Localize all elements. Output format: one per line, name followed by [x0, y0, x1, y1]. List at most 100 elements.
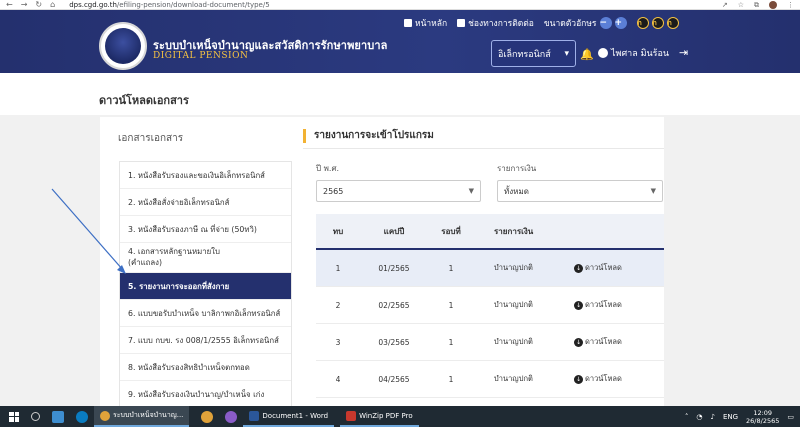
- home-link-label: หน้าหลัก: [415, 19, 448, 29]
- row-round: 1: [448, 337, 454, 347]
- logout-icon[interactable]: ⇥: [679, 46, 688, 59]
- payment-type-value: ทั้งหมด: [504, 186, 529, 196]
- contrast-button-2[interactable]: ก: [651, 17, 664, 29]
- app-icon[interactable]: [225, 410, 238, 423]
- download-button[interactable]: ↓ ดาวน์โหลด: [566, 373, 664, 385]
- taskbar-app-browser-label: ระบบบำเหน็จบำนาญ...: [113, 411, 184, 419]
- user-menu[interactable]: ไพศาล มินร้อน: [598, 46, 669, 60]
- network-icon[interactable]: ◔: [696, 413, 702, 421]
- forward-icon[interactable]: →: [21, 0, 28, 10]
- row-no: 4: [335, 374, 341, 384]
- contrast-button-1[interactable]: ก: [636, 17, 649, 29]
- service-select[interactable]: อิเล็กทรอนิกส์ ▾: [491, 40, 576, 67]
- taskbar-app-winzip-label: WinZip PDF Pro: [359, 411, 413, 420]
- contact-link[interactable]: ช่องทางการติดต่อ: [457, 16, 534, 30]
- share-icon[interactable]: ↗: [722, 0, 728, 10]
- address-bar[interactable]: dps.cgd.go.th/efiling-pension/download-d…: [69, 0, 269, 10]
- col-period: แคปปี: [383, 226, 405, 236]
- table-row: 2 02/2565 1 บำนาญปกติ ↓ ดาวน์โหลด: [316, 287, 664, 324]
- payment-type-select[interactable]: ทั้งหมด ▼: [497, 180, 663, 202]
- download-label: ดาวน์โหลด: [585, 374, 622, 383]
- chrome-icon: [100, 410, 110, 421]
- volume-icon[interactable]: ♪: [710, 413, 714, 421]
- contrast-button-3[interactable]: ก: [666, 17, 679, 29]
- col-no: ทบ: [332, 226, 344, 236]
- font-decrease-button[interactable]: −: [599, 17, 612, 29]
- font-increase-button[interactable]: +: [614, 17, 627, 29]
- url-path: /efiling-pension/download-document/type/…: [116, 0, 270, 9]
- document-item-8[interactable]: 8. หนังสือรับรองสิทธิบำเหน็จตกทอด: [120, 354, 291, 381]
- row-no: 3: [335, 337, 341, 347]
- download-button[interactable]: ↓ ดาวน์โหลด: [566, 262, 664, 274]
- document-item-6[interactable]: 6. แบบขอรับบำเหน็จ บาลิกาพกอิเล็กทรอนิกส…: [120, 300, 291, 327]
- user-icon: [598, 48, 608, 58]
- table-row: 3 03/2565 1 บำนาญปกติ ↓ ดาวน์โหลด: [316, 324, 664, 361]
- home-icon: [404, 19, 412, 27]
- download-button[interactable]: ↓ ดาวน์โหลด: [566, 336, 664, 348]
- mail-icon[interactable]: [52, 410, 64, 423]
- taskbar-app-winzip[interactable]: WinZip PDF Pro: [340, 406, 419, 427]
- download-button[interactable]: ↓ ดาวน์โหลด: [566, 299, 664, 311]
- clock-time: 12:09: [753, 408, 773, 417]
- table-row: 4 04/2565 1 บำนาญปกติ ↓ ดาวน์โหลด: [316, 361, 664, 398]
- document-item-5[interactable]: 5. รายงานการจะออกที่สังกาย: [120, 273, 291, 300]
- notification-icon[interactable]: ▭: [787, 413, 794, 421]
- document-item-9[interactable]: 9. หนังสือรับรองเงินบำนาญ/บำเหน็จ เก่ง: [120, 381, 291, 406]
- tab-icon[interactable]: ⧉: [754, 0, 759, 10]
- report-table: ทบ แคปปี รอบที่ รายการเงิน 1 01/2565 1 บ…: [316, 214, 664, 398]
- document-item-4-line2: (คำแถลง): [128, 258, 163, 267]
- edge-icon[interactable]: [76, 410, 88, 423]
- chevron-down-icon: ▼: [468, 187, 474, 195]
- taskbar-app-word-label: Document1 - Word: [262, 411, 329, 420]
- payment-type-label: รายการเงิน: [497, 164, 537, 173]
- page-title: ดาวน์โหลดเอกสาร: [99, 94, 189, 107]
- heading-divider: [303, 148, 664, 149]
- document-item-2[interactable]: 2. หนังสือสั่งจ่ายอิเล็กทรอนิกส์: [120, 189, 291, 216]
- site-logo[interactable]: [99, 22, 147, 70]
- document-item-1[interactable]: 1. หนังสือรับรองและขอเงินอิเล็กทรอนิกส์: [120, 162, 291, 189]
- home-icon[interactable]: ⌂: [50, 0, 55, 10]
- row-period: 02/2565: [378, 300, 410, 310]
- row-type: บำนาญปกติ: [494, 337, 533, 346]
- browser-nav: ← → ↻ ⌂: [0, 0, 55, 10]
- site-subtitle: DIGITAL PENSION: [153, 51, 249, 61]
- year-select[interactable]: 2565 ▼: [316, 180, 481, 202]
- language-indicator[interactable]: ENG: [723, 413, 738, 421]
- service-select-value: อิเล็กทรอนิกส์: [498, 49, 551, 60]
- clock-date: 26/8/2565: [746, 416, 780, 425]
- col-round: รอบที่: [441, 226, 461, 236]
- download-label: ดาวน์โหลด: [585, 263, 622, 272]
- windows-start-icon[interactable]: [9, 411, 19, 422]
- font-size-label: ขนาดตัวอักษร: [543, 19, 597, 29]
- tray-chevron-icon[interactable]: ˄: [685, 413, 689, 421]
- download-icon: ↓: [574, 300, 583, 310]
- menu-icon[interactable]: ⋮: [787, 0, 794, 10]
- year-label: ปี พ.ศ.: [316, 164, 340, 173]
- page-title-bar: ดาวน์โหลดเอกสาร: [0, 73, 800, 115]
- browser-actions: ↗ ☆ ⧉ ⋮: [722, 0, 794, 10]
- profile-avatar[interactable]: [769, 1, 777, 9]
- row-period: 01/2565: [378, 263, 410, 273]
- top-links: หน้าหลัก ช่องทางการติดต่อ ขนาดตัวอักษร −…: [404, 16, 679, 30]
- document-item-3[interactable]: 3. หนังสือรับรองภาษี ณ ที่จ่าย (50ทวิ): [120, 216, 291, 243]
- reload-icon[interactable]: ↻: [35, 0, 42, 10]
- row-no: 1: [335, 263, 341, 273]
- document-item-7[interactable]: 7. แบบ กบข. รง 008/1/2555 อิเล็กทรอนิกส์: [120, 327, 291, 354]
- row-type: บำนาญปกติ: [494, 263, 533, 272]
- document-list: 1. หนังสือรับรองและขอเงินอิเล็กทรอนิกส์ …: [119, 161, 292, 407]
- taskbar-app-word[interactable]: Document1 - Word: [243, 406, 335, 427]
- taskbar-app-browser[interactable]: ระบบบำเหน็จบำนาญ...: [94, 406, 190, 427]
- table-row: 1 01/2565 1 บำนาญปกติ ↓ ดาวน์โหลด: [316, 250, 664, 287]
- site-header: ระบบบำเหน็จบำนาญและสวัสดิการรักษาพยาบาล …: [0, 10, 800, 73]
- document-item-4[interactable]: 4. เอกสารหลักฐานหมายใบ (คำแถลง): [120, 243, 291, 273]
- word-icon: [249, 410, 260, 421]
- chrome-icon[interactable]: [201, 410, 214, 423]
- back-icon[interactable]: ←: [6, 0, 13, 10]
- search-icon[interactable]: [31, 412, 40, 421]
- winzip-icon: [346, 410, 357, 421]
- row-no: 2: [335, 300, 341, 310]
- star-icon[interactable]: ☆: [738, 0, 744, 10]
- bell-icon[interactable]: 🔔: [580, 48, 594, 61]
- home-link[interactable]: หน้าหลัก: [404, 16, 447, 30]
- clock[interactable]: 12:09 26/8/2565: [746, 409, 779, 425]
